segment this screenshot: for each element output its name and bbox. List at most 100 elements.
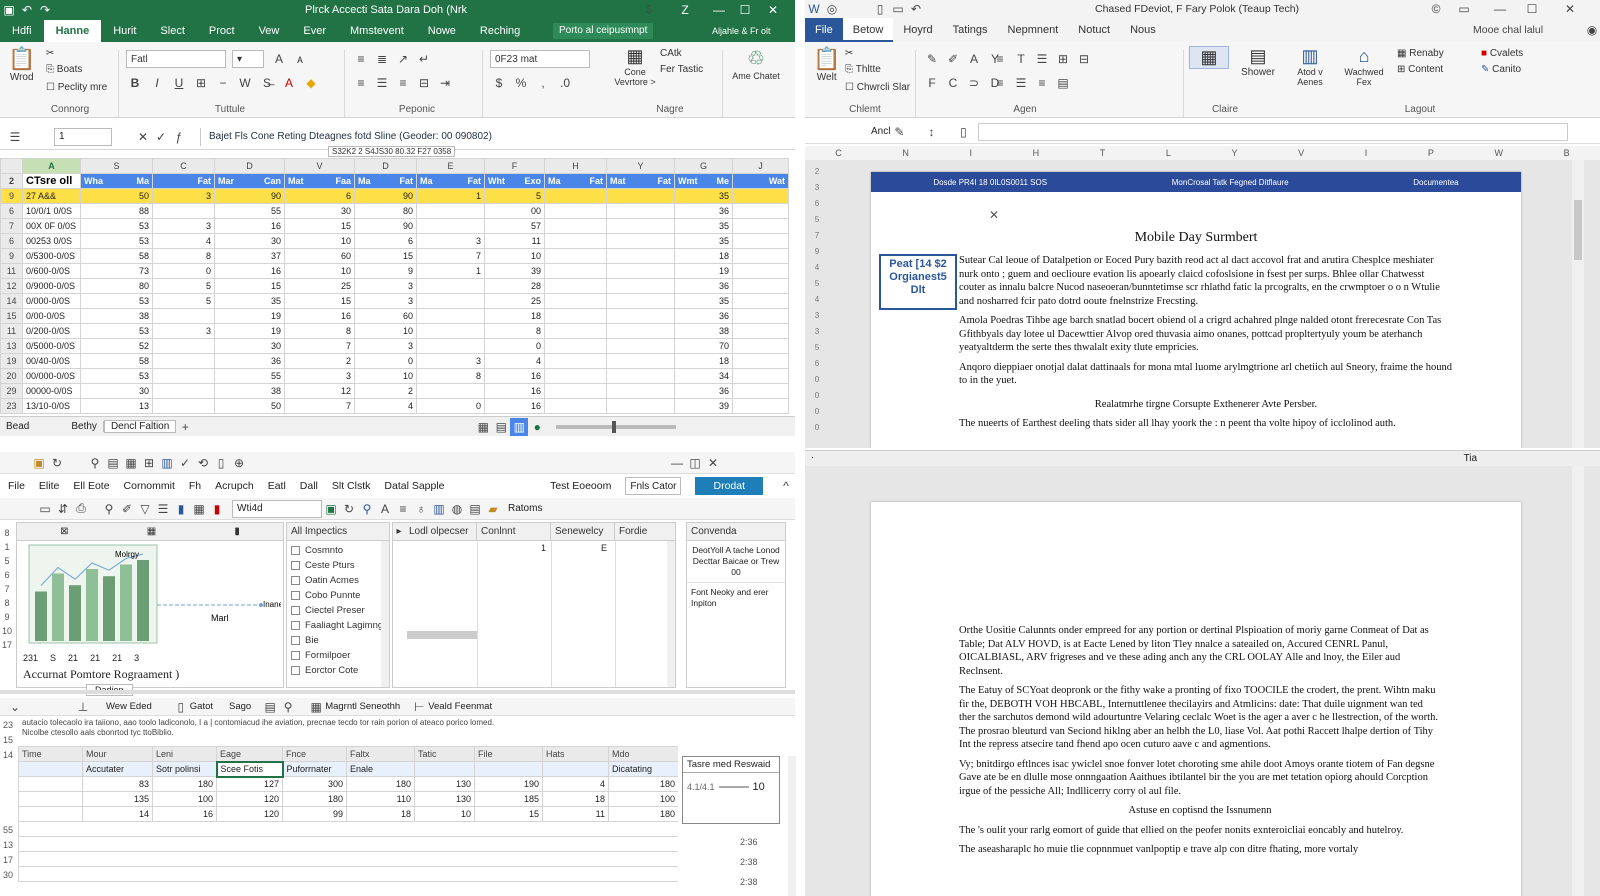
sort-icon[interactable]: ↕: [922, 123, 940, 141]
cell[interactable]: 36: [674, 203, 733, 219]
menu-ell-eote[interactable]: Ell Eote: [73, 480, 109, 492]
find-input[interactable]: Fnls Cator: [625, 477, 682, 495]
cell[interactable]: 0: [416, 398, 485, 414]
close-icon[interactable]: ✕: [704, 454, 722, 472]
tab-notuct[interactable]: Notuct: [1068, 18, 1120, 42]
maximize-icon[interactable]: ☐: [1523, 0, 1541, 18]
normal-view-icon[interactable]: ▦: [474, 418, 492, 436]
cell[interactable]: [544, 353, 607, 369]
cell[interactable]: [732, 188, 789, 204]
cell[interactable]: 16: [484, 398, 545, 414]
cell[interactable]: [544, 218, 607, 234]
font-color-icon[interactable]: A: [280, 74, 298, 92]
restore-icon[interactable]: ◫: [686, 454, 704, 472]
grid-col-1[interactable]: Lodl olpecser: [405, 523, 477, 541]
results-subheader[interactable]: Scee Fotis: [215, 760, 284, 778]
cell[interactable]: 100: [608, 791, 678, 807]
tab-file[interactable]: File: [805, 18, 843, 42]
list-item[interactable]: Oatin Acmes: [291, 573, 385, 588]
multilevel-icon[interactable]: ☰: [1033, 50, 1051, 68]
cell[interactable]: 3: [416, 233, 485, 249]
cell[interactable]: 0: [354, 353, 417, 369]
cell[interactable]: 53: [80, 233, 153, 249]
page-break-icon[interactable]: ▥: [510, 417, 529, 436]
tab-hoyrd[interactable]: Hoyrd: [893, 18, 942, 42]
menu-slt-clstk[interactable]: Slt Clstk: [332, 480, 371, 492]
results-subheader[interactable]: Dicatating: [608, 761, 678, 777]
vertical-scrollbar-2[interactable]: [1572, 466, 1584, 896]
cell[interactable]: [544, 233, 607, 249]
list-icon[interactable]: ☰: [154, 500, 172, 518]
cells-insert-button[interactable]: CAtk: [660, 48, 682, 59]
cell[interactable]: 60: [284, 248, 355, 264]
doc-icon[interactable]: ▯: [172, 698, 190, 715]
tab-nous[interactable]: Nous: [1120, 18, 1166, 42]
cell[interactable]: [732, 323, 789, 339]
cell[interactable]: [152, 308, 215, 324]
cell[interactable]: [732, 368, 789, 384]
cell[interactable]: 0/5000-0/0S: [22, 338, 81, 354]
cell[interactable]: 36: [214, 353, 285, 369]
cell[interactable]: 120: [216, 791, 283, 807]
cell[interactable]: [606, 263, 675, 279]
cell[interactable]: [606, 308, 675, 324]
header-cell[interactable]: Wmt Me: [674, 173, 733, 189]
sheet-tab-2[interactable]: Dencl Faltion: [103, 420, 177, 433]
style-shower[interactable]: ▤ Shower: [1235, 46, 1281, 78]
results-subheader[interactable]: Sotr polinsi: [152, 761, 217, 777]
bookmark-icon[interactable]: ▮: [172, 500, 190, 518]
grow-font-icon[interactable]: A: [965, 50, 983, 68]
style-title[interactable]: ⌂ Wachwed Fex: [1339, 46, 1389, 87]
cell[interactable]: 0/600-0/0S: [22, 263, 81, 279]
chart-layout-icon[interactable]: ▮: [234, 523, 240, 541]
find-button[interactable]: Drodat: [695, 477, 763, 495]
chart-tool-icon[interactable]: ⊠: [60, 523, 68, 541]
cell[interactable]: [732, 278, 789, 294]
grid-col-4[interactable]: Fordie: [615, 523, 673, 541]
property-item-1[interactable]: DeotYoll A tache Lonod Decttar Baicae or…: [687, 541, 785, 583]
cell[interactable]: [732, 353, 789, 369]
cell[interactable]: 6: [284, 188, 355, 204]
close-icon[interactable]: ✕: [1561, 0, 1579, 18]
cell[interactable]: 00/000-0/0S: [22, 368, 81, 384]
test-room-link[interactable]: Test Eoeoom: [550, 480, 611, 492]
cell[interactable]: 180: [608, 776, 678, 792]
tab-view[interactable]: Vew: [247, 20, 292, 42]
cell[interactable]: 19: [674, 263, 733, 279]
results-col[interactable]: Leni: [152, 746, 217, 762]
cell[interactable]: 180: [282, 791, 347, 807]
cell[interactable]: [544, 293, 607, 309]
italic-icon[interactable]: C: [944, 74, 962, 92]
cell[interactable]: [152, 338, 215, 354]
indent-icon[interactable]: ⇥: [436, 74, 454, 92]
cell[interactable]: [544, 263, 607, 279]
cell[interactable]: 8: [416, 368, 485, 384]
cut-button[interactable]: ✂: [845, 48, 853, 59]
minimize-icon[interactable]: —: [1491, 0, 1509, 18]
list-item[interactable]: Ciectel Preser: [291, 603, 385, 618]
results-col[interactable]: File: [474, 746, 543, 762]
cell[interactable]: 2: [284, 353, 355, 369]
conditional-format-button[interactable]: ▦ Cone Vevrtore >: [612, 46, 658, 87]
cell[interactable]: 18: [674, 248, 733, 264]
search-icon[interactable]: ⚲: [358, 500, 376, 518]
cell[interactable]: 130: [414, 776, 475, 792]
cell[interactable]: [544, 323, 607, 339]
cell[interactable]: 38: [214, 383, 285, 399]
list-item[interactable]: Formilpoer: [291, 648, 385, 663]
cell[interactable]: 30: [284, 203, 355, 219]
bold-icon[interactable]: F: [923, 74, 941, 92]
print-icon[interactable]: ⎙: [72, 500, 90, 518]
cell[interactable]: 3: [354, 293, 417, 309]
cell[interactable]: [152, 368, 215, 384]
find-button[interactable]: ▦ Renaby: [1397, 48, 1444, 59]
copy-button[interactable]: ⎘ Thltte: [845, 64, 881, 75]
cell[interactable]: [544, 383, 607, 399]
indent-icon[interactable]: ⊟: [1075, 50, 1093, 68]
minimize-window-icon[interactable]: —: [710, 1, 728, 19]
col-D[interactable]: D: [214, 158, 285, 174]
cut-button[interactable]: ✂: [46, 48, 54, 59]
cell[interactable]: 9: [354, 263, 417, 279]
list-scrollbar[interactable]: [381, 541, 389, 687]
pen-icon[interactable]: ✐: [118, 500, 136, 518]
